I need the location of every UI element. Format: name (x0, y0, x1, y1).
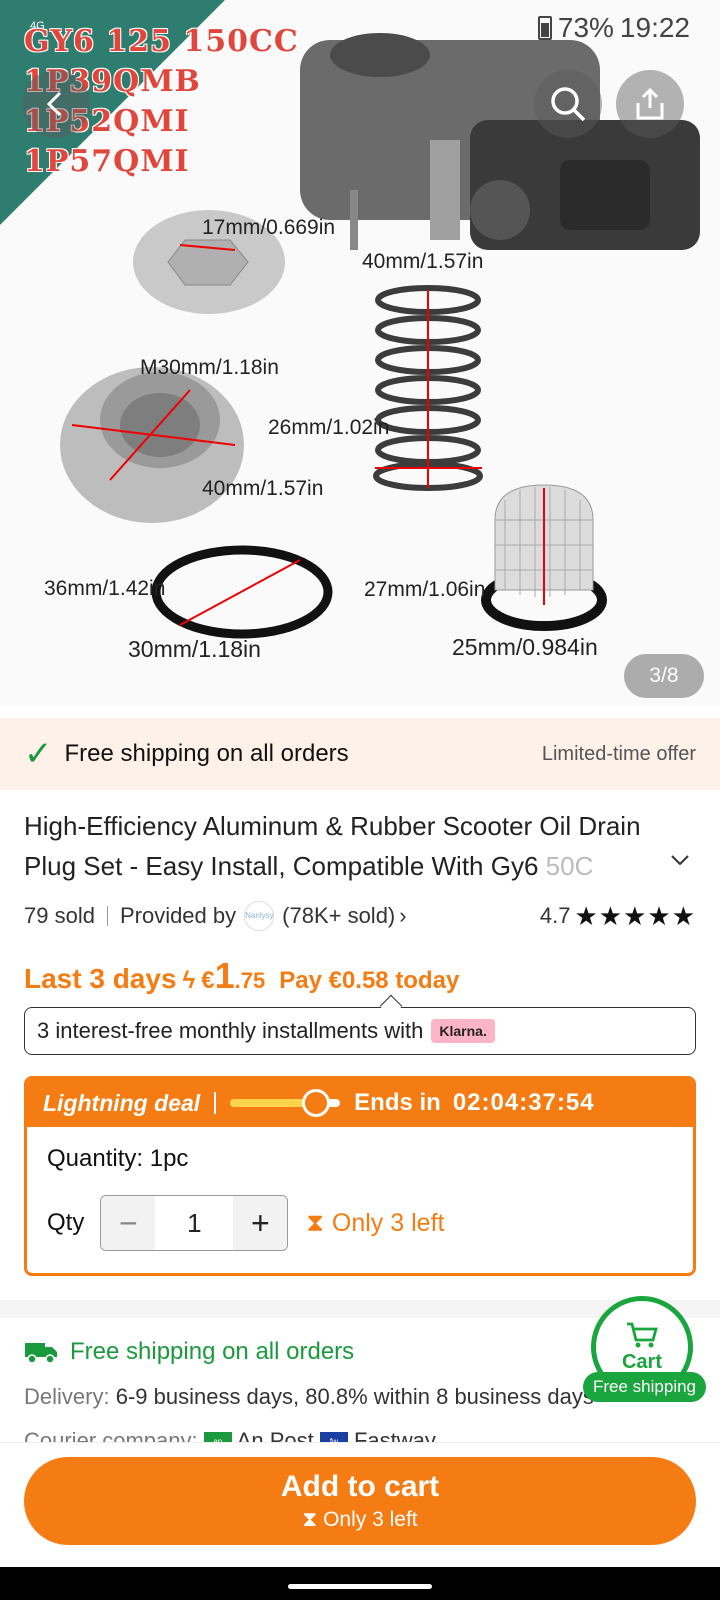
store-sold[interactable]: (78K+ sold) (282, 903, 395, 929)
deal-header: Lightning deal Ends in 02:04:37:54 (27, 1079, 693, 1127)
courier-name: Fastway (353, 1428, 436, 1442)
last-days-label: Last 3 days (24, 963, 177, 994)
product-title[interactable]: High-Efficiency Aluminum & Rubber Scoote… (24, 806, 664, 886)
courier-label: Courier company: (24, 1428, 198, 1442)
hourglass-icon: ⧗ (302, 1508, 318, 1531)
courier-name: An Post (236, 1428, 314, 1442)
chevron-right-icon[interactable]: › (399, 903, 406, 929)
lightning-deal-card: Lightning deal Ends in 02:04:37:54 Quant… (24, 1076, 696, 1276)
installments-box[interactable]: 3 interest-free monthly installments wit… (24, 1007, 696, 1055)
add-to-cart-stock: Only 3 left (323, 1508, 418, 1531)
deal-body: Quantity: 1pc Qty − 1 + ⧗ Only 3 left (27, 1127, 693, 1269)
klarna-logo: Klarna. (431, 1019, 495, 1043)
shipping-info-title[interactable]: Free shipping on all orders (24, 1338, 354, 1366)
product-image-gallery[interactable]: 4G GY6 125 150CC 1P39QMB 1P52QMI 1P57QMI… (0, 0, 720, 705)
quantity-row: Qty − 1 + ⧗ Only 3 left (47, 1195, 673, 1251)
measurement-label: 26mm/1.02in (268, 416, 390, 439)
measurement-label: 30mm/1.18in (128, 636, 261, 662)
banner-text: Free shipping on all orders (64, 740, 349, 767)
shipping-info-text: Free shipping on all orders (70, 1338, 355, 1365)
battery-icon (537, 16, 552, 40)
stock-warning-text: Only 3 left (331, 1208, 445, 1237)
image-counter: 3/8 (624, 654, 704, 698)
qty-label: Qty (47, 1209, 85, 1236)
limited-offer-label: Limited-time offer (541, 742, 696, 765)
stock-warning: ⧗ Only 3 left (306, 1209, 444, 1238)
deal-label: Lightning deal (43, 1089, 201, 1116)
measurement-label: 27mm/1.06in (364, 578, 486, 601)
countdown-timer: 02:04:37:54 (452, 1089, 595, 1116)
free-shipping-pill: Free shipping (583, 1372, 707, 1402)
fastway-logo: fw (319, 1432, 348, 1442)
search-icon (551, 87, 586, 122)
delivery-value: 6-9 business days, 80.8% within 8 busine… (115, 1384, 594, 1409)
clock: 19:22 (619, 12, 690, 43)
share-icon (636, 87, 664, 120)
decrease-button[interactable]: − (101, 1196, 156, 1250)
store-logo[interactable]: Nanlysy (244, 901, 275, 931)
star-icons: ★★★★★ (574, 900, 696, 931)
deal-progress-bar (230, 1089, 341, 1117)
divider (214, 1092, 217, 1114)
add-to-cart-button[interactable]: Add to cart ⧗ Only 3 left (24, 1457, 696, 1545)
an-post-logo: an (203, 1432, 232, 1442)
increase-button[interactable]: + (233, 1196, 288, 1250)
add-to-cart-label: Add to cart (280, 1470, 440, 1503)
rating-value: 4.7 (539, 903, 571, 928)
product-title-fade: 50C (545, 851, 594, 881)
cart-icon (627, 1322, 658, 1347)
clock-icon (301, 1089, 330, 1117)
delivery-info: Delivery: 6-9 business days, 80.8% withi… (24, 1384, 594, 1410)
quantity-value[interactable]: 1 (155, 1196, 233, 1250)
delivery-label: Delivery: (24, 1384, 110, 1409)
free-shipping-banner[interactable]: ✓ Free shipping on all orders Limited-ti… (0, 718, 720, 790)
quantity-label: Quantity: 1pc (47, 1145, 189, 1172)
model-line: 1P57QMI (24, 144, 190, 179)
truck-icon (25, 1343, 57, 1364)
checkmark-icon: ✓ (24, 735, 53, 773)
divider (106, 906, 108, 926)
engine-drawing (300, 33, 700, 250)
price-cents: .75 (234, 968, 266, 993)
add-to-cart-sub: ⧗ Only 3 left (302, 1508, 417, 1532)
search-button[interactable] (534, 70, 602, 138)
installments-text: 3 interest-free monthly installments wit… (37, 1018, 424, 1043)
bottom-action-bar: Add to cart ⧗ Only 3 left (0, 1442, 720, 1567)
model-line: GY6 125 150CC (24, 24, 299, 59)
status-bar: 73% 19:22 (537, 12, 690, 44)
home-gesture-handle[interactable] (288, 1584, 432, 1589)
currency-symbol: € (201, 967, 215, 994)
cart-label: Cart (621, 1350, 662, 1373)
courier-info: Courier company: an An Post fw Fastway (24, 1422, 436, 1442)
share-button[interactable] (616, 70, 684, 138)
rating[interactable]: 4.7 ★★★★★ (540, 901, 696, 932)
product-meta: 79 sold Provided by Nanlysy (78K+ sold) … (24, 898, 696, 934)
lightning-icon: ϟ (182, 967, 196, 994)
sold-count: 79 sold (24, 903, 95, 928)
battery-level: 73% (557, 12, 614, 43)
back-button[interactable] (22, 70, 90, 138)
chevron-left-icon (46, 91, 62, 117)
quantity-stepper[interactable]: − 1 + (100, 1195, 289, 1251)
measurement-label: 17mm/0.669in (202, 216, 336, 239)
measurement-label: 40mm/1.57in (362, 250, 484, 273)
pay-today: Pay €0.58 today (279, 967, 460, 994)
chevron-down-icon[interactable] (670, 850, 690, 870)
measurement-label: 25mm/0.984in (452, 634, 598, 660)
measurement-label: 36mm/1.42in (44, 577, 166, 600)
ends-in-label: Ends in (354, 1089, 441, 1116)
price-row: Last 3 days ϟ € 1 .75 Pay €0.58 today (24, 955, 459, 997)
provided-by-label: Provided by (119, 903, 237, 928)
hourglass-icon: ⧗ (306, 1208, 324, 1237)
measurement-label: 40mm/1.57in (202, 477, 324, 500)
measurement-label: M30mm/1.18in (140, 356, 279, 379)
price-whole: 1 (214, 955, 235, 996)
